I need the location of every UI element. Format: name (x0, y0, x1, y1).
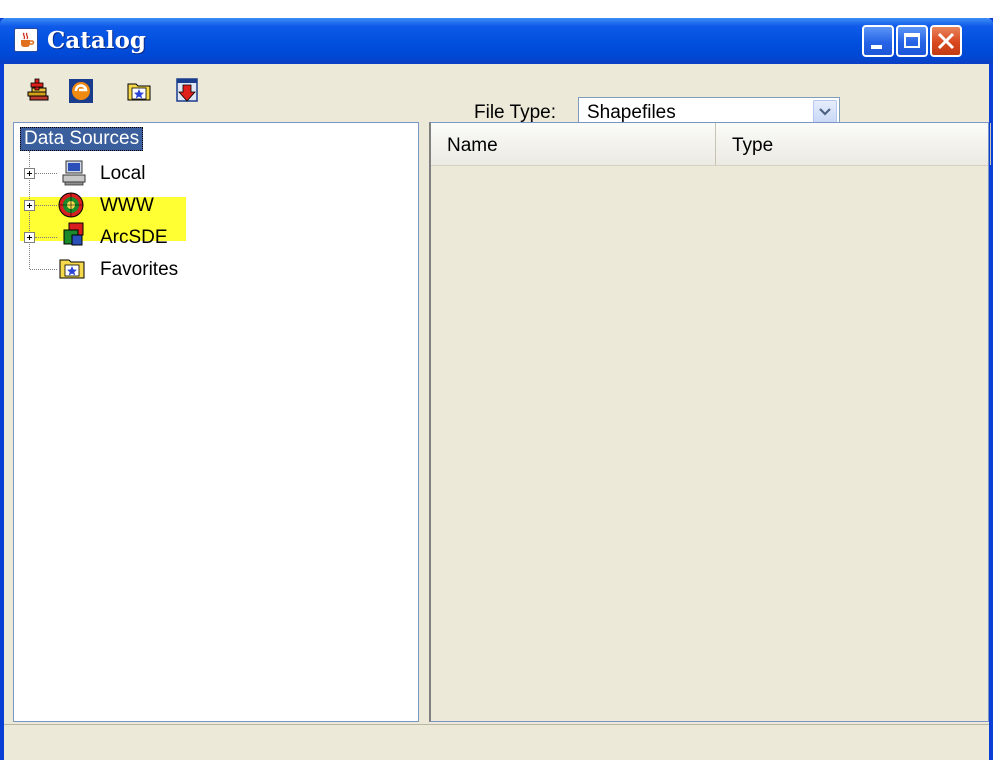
tree-connector (35, 173, 57, 174)
column-header-label: Name (447, 135, 498, 156)
close-button[interactable] (930, 25, 962, 57)
file-type-label: File Type: (474, 102, 557, 123)
tree-item-label: WWW (100, 195, 154, 216)
close-icon (937, 32, 955, 50)
download-icon[interactable] (174, 78, 200, 104)
tree-item-label: Local (100, 163, 146, 184)
minimize-icon (871, 45, 882, 49)
tree-root-data-sources[interactable]: Data Sources (20, 127, 144, 151)
maximize-icon (904, 33, 920, 48)
panel-splitter[interactable] (419, 122, 429, 722)
favorites-folder-icon (58, 255, 85, 281)
column-header-name[interactable]: Name (431, 123, 716, 165)
expand-icon[interactable] (24, 200, 35, 211)
column-header-type[interactable]: Type (716, 123, 991, 165)
window-title: Catalog (47, 27, 146, 54)
status-bar (4, 724, 989, 760)
data-sources-tree[interactable]: Data Sources Local WWW ArcSDE Favorites (13, 122, 419, 722)
chevron-down-icon (819, 108, 831, 116)
computer-icon (60, 159, 86, 186)
column-header-label: Type (732, 135, 774, 156)
catalog-window: Catalog File Type: Shapefiles Data Sourc… (0, 18, 993, 760)
maximize-button[interactable] (896, 25, 928, 57)
tree-connector (35, 237, 57, 238)
toolbar: File Type: Shapefiles (4, 64, 989, 127)
favorites-folder-icon[interactable] (126, 78, 152, 104)
tree-connector (35, 205, 57, 206)
arcsde-server-icon (60, 221, 86, 247)
dropdown-button[interactable] (813, 100, 837, 124)
minimize-button[interactable] (862, 25, 894, 57)
expand-icon[interactable] (24, 232, 35, 243)
list-header: Name Type (431, 123, 991, 166)
tree-item-label: Favorites (100, 259, 179, 280)
tree-connector (30, 269, 57, 270)
expand-icon[interactable] (24, 168, 35, 179)
tree-item-label: ArcSDE (100, 227, 168, 248)
arcims-globe-icon[interactable] (68, 78, 94, 104)
add-data-icon[interactable] (25, 78, 51, 104)
title-bar[interactable]: Catalog (0, 18, 993, 64)
contents-list[interactable]: Name Type (429, 122, 991, 722)
www-globe-icon (56, 190, 84, 218)
java-cup-icon (14, 28, 38, 52)
file-type-value: Shapefiles (587, 102, 676, 123)
